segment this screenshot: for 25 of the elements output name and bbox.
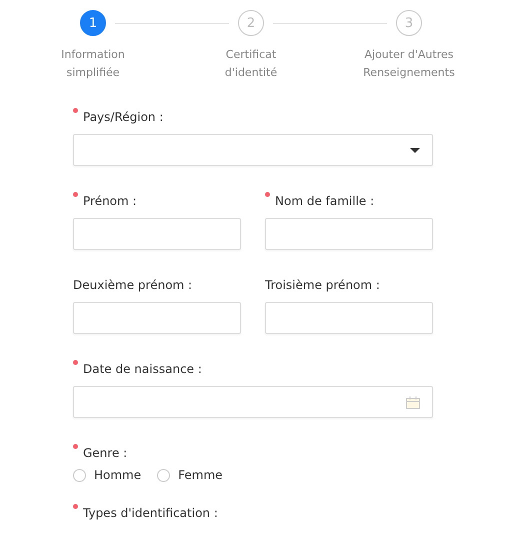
step-label: Ajouter d'Autres: [364, 47, 454, 63]
radio-option[interactable]: Homme: [73, 468, 142, 482]
text-field[interactable]: [73, 302, 241, 334]
text-field[interactable]: [265, 218, 433, 250]
field-label: Prénom :: [83, 193, 137, 210]
calendar-icon: [406, 396, 420, 408]
field-label: Date de naissance :: [83, 361, 202, 378]
step-label: Certificat: [226, 47, 276, 63]
step-label: Renseignements: [363, 65, 455, 81]
step-label: simplifiée: [66, 65, 120, 81]
date-field[interactable]: [73, 386, 433, 418]
step-number[interactable]: 1: [80, 10, 106, 36]
dropdown-field[interactable]: [73, 134, 433, 166]
field-label: Types d'identification :: [83, 505, 218, 522]
caret-icon: [410, 148, 420, 152]
field-label: Nom de famille :: [275, 193, 374, 210]
field-label: Genre :: [83, 445, 128, 462]
field-label: Troisième prénom :: [265, 277, 380, 294]
field-label: Pays/Région :: [83, 109, 164, 126]
text-field[interactable]: [73, 218, 241, 250]
field-label: Deuxième prénom :: [73, 277, 192, 294]
step-label: d'identité: [224, 65, 278, 81]
text-field[interactable]: [265, 302, 433, 334]
step-label: Information: [61, 47, 125, 63]
radio-option[interactable]: Femme: [157, 468, 223, 482]
